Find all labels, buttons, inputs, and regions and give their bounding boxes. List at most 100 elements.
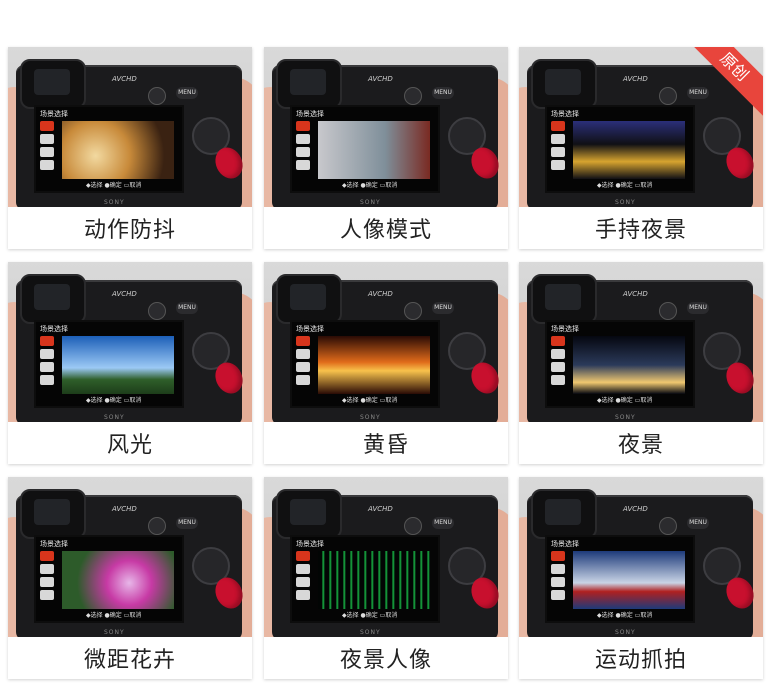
avchd-label: AVCHD	[623, 505, 648, 513]
camera-body: AVCHD MENU 场景选择 ◆选择 ●确定 ▭取消 SONY	[16, 59, 242, 207]
scene-preview	[573, 121, 685, 179]
screen-header: 场景选择	[40, 110, 68, 118]
flash-button	[404, 517, 422, 535]
camera-photo: AVCHD MENU 场景选择 ◆选择 ●确定 ▭取消 SONY	[8, 262, 252, 422]
camera-body: AVCHD MENU 场景选择 ◆选择 ●确定 ▭取消 SONY	[272, 489, 498, 637]
avchd-label: AVCHD	[112, 505, 137, 513]
menu-button: MENU	[687, 302, 709, 314]
screen-footer: ◆选择 ●确定 ▭取消	[597, 397, 653, 404]
avchd-label: AVCHD	[368, 505, 393, 513]
avchd-label: AVCHD	[623, 290, 648, 298]
viewfinder	[20, 274, 86, 324]
camera-body: AVCHD MENU 场景选择 ◆选择 ●确定 ▭取消 SONY	[272, 59, 498, 207]
avchd-label: AVCHD	[112, 75, 137, 83]
menu-button: MENU	[176, 302, 198, 314]
menu-button: MENU	[432, 302, 454, 314]
card-caption: 手持夜景	[594, 218, 687, 243]
avchd-label: AVCHD	[112, 290, 137, 298]
camera-screen: 场景选择 ◆选择 ●确定 ▭取消	[290, 320, 440, 408]
screen-footer: ◆选择 ●确定 ▭取消	[342, 182, 398, 189]
scene-icon-list	[40, 551, 56, 609]
camera-body: AVCHD MENU 场景选择 ◆选择 ●确定 ▭取消 SONY	[527, 274, 753, 422]
screen-footer: ◆选择 ●确定 ▭取消	[597, 182, 653, 189]
scene-card-night-portrait[interactable]: AVCHD MENU 场景选择 ◆选择 ●确定 ▭取消 SONY 夜景人像	[264, 477, 508, 679]
screen-header: 场景选择	[296, 540, 324, 548]
card-caption: 运动抓拍	[594, 648, 687, 673]
menu-button: MENU	[687, 87, 709, 99]
viewfinder	[531, 59, 597, 109]
card-caption: 动作防抖	[83, 218, 176, 243]
screen-header: 场景选择	[296, 325, 324, 333]
scene-icon-list	[296, 336, 312, 394]
screen-header: 场景选择	[40, 325, 68, 333]
camera-screen: 场景选择 ◆选择 ●确定 ▭取消	[545, 105, 695, 193]
scene-preview	[62, 551, 174, 609]
camera-screen: 场景选择 ◆选择 ●确定 ▭取消	[34, 320, 184, 408]
menu-button: MENU	[176, 517, 198, 529]
card-caption: 黄昏	[362, 433, 409, 458]
sony-logo: SONY	[360, 414, 381, 421]
viewfinder	[276, 59, 342, 109]
scene-card-night[interactable]: AVCHD MENU 场景选择 ◆选择 ●确定 ▭取消 SONY 夜景	[519, 262, 763, 464]
camera-body: AVCHD MENU 场景选择 ◆选择 ●确定 ▭取消 SONY	[272, 274, 498, 422]
scene-mode-grid: AVCHD MENU 场景选择 ◆选择 ●确定 ▭取消 SONY 动作防抖 AV…	[0, 0, 773, 688]
menu-button: MENU	[432, 87, 454, 99]
scene-preview	[573, 551, 685, 609]
avchd-label: AVCHD	[368, 75, 393, 83]
viewfinder	[276, 489, 342, 539]
screen-footer: ◆选择 ●确定 ▭取消	[86, 612, 142, 619]
camera-screen: 场景选择 ◆选择 ●确定 ▭取消	[34, 535, 184, 623]
scene-preview	[62, 121, 174, 179]
card-caption: 夜景人像	[339, 648, 432, 673]
viewfinder	[531, 274, 597, 324]
scene-card-sunset[interactable]: AVCHD MENU 场景选择 ◆选择 ●确定 ▭取消 SONY 黄昏	[264, 262, 508, 464]
flash-button	[659, 302, 677, 320]
screen-footer: ◆选择 ●确定 ▭取消	[86, 182, 142, 189]
camera-body: AVCHD MENU 场景选择 ◆选择 ●确定 ▭取消 SONY	[16, 274, 242, 422]
screen-header: 场景选择	[551, 540, 579, 548]
camera-screen: 场景选择 ◆选择 ●确定 ▭取消	[34, 105, 184, 193]
scene-preview	[318, 551, 430, 609]
camera-screen: 场景选择 ◆选择 ●确定 ▭取消	[545, 320, 695, 408]
camera-screen: 场景选择 ◆选择 ●确定 ▭取消	[290, 105, 440, 193]
sony-logo: SONY	[104, 414, 125, 421]
scene-icon-list	[40, 336, 56, 394]
screen-footer: ◆选择 ●确定 ▭取消	[86, 397, 142, 404]
screen-footer: ◆选择 ●确定 ▭取消	[597, 612, 653, 619]
card-caption: 风光	[106, 433, 153, 458]
camera-photo: AVCHD MENU 场景选择 ◆选择 ●确定 ▭取消 SONY	[519, 477, 763, 637]
flash-button	[148, 87, 166, 105]
scene-card-handheld-night[interactable]: AVCHD MENU 场景选择 ◆选择 ●确定 ▭取消 SONY 原创 手持夜景	[519, 47, 763, 249]
scene-card-sports[interactable]: AVCHD MENU 场景选择 ◆选择 ●确定 ▭取消 SONY 运动抓拍	[519, 477, 763, 679]
avchd-label: AVCHD	[623, 75, 648, 83]
menu-button: MENU	[687, 517, 709, 529]
sony-logo: SONY	[615, 199, 636, 206]
screen-header: 场景选择	[296, 110, 324, 118]
camera-body: AVCHD MENU 场景选择 ◆选择 ●确定 ▭取消 SONY	[527, 489, 753, 637]
flash-button	[404, 87, 422, 105]
flash-button	[659, 87, 677, 105]
viewfinder	[20, 489, 86, 539]
scene-card-landscape[interactable]: AVCHD MENU 场景选择 ◆选择 ●确定 ▭取消 SONY 风光	[8, 262, 252, 464]
sony-logo: SONY	[615, 629, 636, 636]
scene-preview	[62, 336, 174, 394]
scene-card-macro[interactable]: AVCHD MENU 场景选择 ◆选择 ●确定 ▭取消 SONY 微距花卉	[8, 477, 252, 679]
scene-card-action[interactable]: AVCHD MENU 场景选择 ◆选择 ●确定 ▭取消 SONY 动作防抖	[8, 47, 252, 249]
scene-card-portrait[interactable]: AVCHD MENU 场景选择 ◆选择 ●确定 ▭取消 SONY 人像模式	[264, 47, 508, 249]
scene-icon-list	[551, 551, 567, 609]
sony-logo: SONY	[104, 629, 125, 636]
menu-button: MENU	[176, 87, 198, 99]
camera-screen: 场景选择 ◆选择 ●确定 ▭取消	[290, 535, 440, 623]
scene-icon-list	[296, 551, 312, 609]
camera-photo: AVCHD MENU 场景选择 ◆选择 ●确定 ▭取消 SONY	[8, 47, 252, 207]
scene-preview	[318, 121, 430, 179]
flash-button	[148, 302, 166, 320]
sony-logo: SONY	[360, 629, 381, 636]
scene-icon-list	[40, 121, 56, 179]
scene-icon-list	[296, 121, 312, 179]
screen-header: 场景选择	[40, 540, 68, 548]
camera-body: AVCHD MENU 场景选择 ◆选择 ●确定 ▭取消 SONY	[16, 489, 242, 637]
screen-header: 场景选择	[551, 110, 579, 118]
viewfinder	[531, 489, 597, 539]
screen-header: 场景选择	[551, 325, 579, 333]
